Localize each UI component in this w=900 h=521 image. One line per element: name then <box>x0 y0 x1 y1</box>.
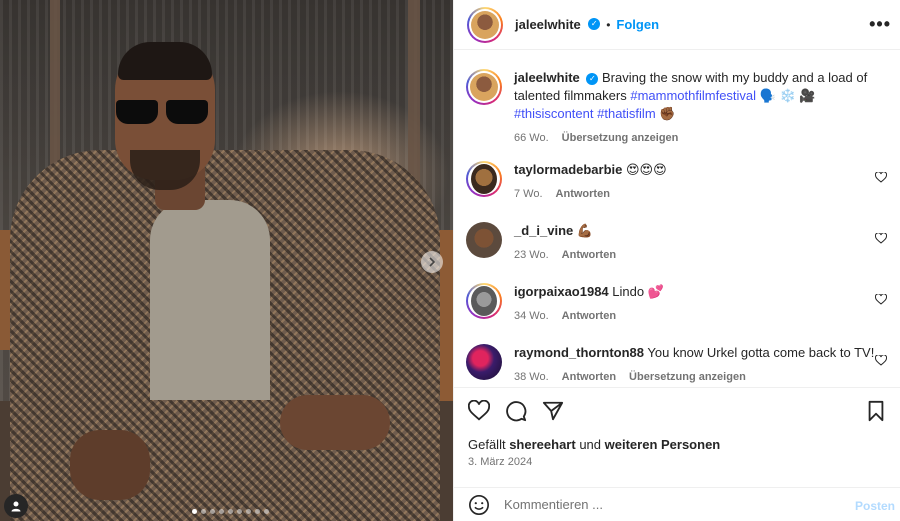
comment-username[interactable]: igorpaixao1984 <box>514 284 609 299</box>
hand <box>280 395 390 450</box>
next-slide-button[interactable] <box>421 251 443 273</box>
more-options-icon[interactable]: ••• <box>869 14 891 35</box>
caption-username[interactable]: jaleelwhite <box>514 70 580 85</box>
avatar[interactable] <box>466 222 502 258</box>
avatar[interactable] <box>466 283 502 319</box>
emoji-icon[interactable] <box>468 494 490 516</box>
carousel-dot <box>237 509 242 514</box>
comment-text: You know Urkel gotta come back to TV! <box>647 345 875 360</box>
carousel-dot <box>201 509 206 514</box>
tagged-users-button[interactable] <box>4 494 28 518</box>
post-comment-button[interactable]: Posten <box>855 499 895 513</box>
comment-age[interactable]: 7 Wo. <box>514 185 543 203</box>
carousel-dot <box>219 509 224 514</box>
caption-emojis: ✊🏾 <box>659 106 676 121</box>
avatar[interactable] <box>466 69 502 105</box>
reply-button[interactable]: Antworten <box>562 368 616 386</box>
post-date[interactable]: 3. März 2024 <box>468 456 532 468</box>
post-side-panel: jaleelwhite ✓ • Folgen ••• jaleelwhite ✓… <box>453 0 900 521</box>
hand <box>70 430 150 500</box>
header-username[interactable]: jaleelwhite ✓ <box>515 16 601 34</box>
instagram-post: jaleelwhite ✓ • Folgen ••• jaleelwhite ✓… <box>0 0 900 521</box>
chevron-right-icon <box>429 257 436 267</box>
avatar[interactable] <box>466 161 502 197</box>
avatar[interactable] <box>467 6 503 43</box>
comment-input[interactable] <box>504 497 834 512</box>
carousel-dot <box>255 509 260 514</box>
hashtag-link[interactable]: #mammothfilmfestival <box>630 88 756 103</box>
caption-age[interactable]: 66 Wo. <box>514 129 549 147</box>
comment-username[interactable]: _d_i_vine <box>514 223 573 238</box>
translate-button[interactable]: Übersetzung anzeigen <box>562 129 679 147</box>
carousel-dot <box>264 509 269 514</box>
likes-prefix: Gefällt <box>468 437 506 452</box>
verified-icon: ✓ <box>588 18 601 31</box>
post-photo[interactable] <box>0 0 453 521</box>
like-icon[interactable] <box>468 400 490 422</box>
comment-item: _d_i_vine 💪🏾 23 Wo. Antworten <box>466 222 891 264</box>
like-comment-icon[interactable] <box>874 293 888 308</box>
carousel-dot <box>246 509 251 514</box>
post-actions <box>454 387 900 433</box>
comment-icon[interactable] <box>505 400 527 422</box>
likes-others-link[interactable]: weiteren Personen <box>605 437 721 452</box>
bookmark-icon[interactable] <box>865 400 887 422</box>
reply-button[interactable]: Antworten <box>562 246 616 264</box>
follow-button[interactable]: Folgen <box>616 17 659 32</box>
hashtag-link[interactable]: #thatisfilm <box>597 106 656 121</box>
comment-composer: Posten <box>454 487 900 521</box>
carousel-dot <box>210 509 215 514</box>
reply-button[interactable]: Antworten <box>556 185 610 203</box>
like-comment-icon[interactable] <box>874 171 888 186</box>
comment-item: taylormadebarbie 😍😍😍 7 Wo. Antworten <box>466 161 891 203</box>
username-link[interactable]: jaleelwhite <box>515 17 581 32</box>
caption: jaleelwhite ✓ Braving the snow with my b… <box>466 69 891 147</box>
comment-item: igorpaixao1984 Lindo 💕 34 Wo. Antworten <box>466 283 891 325</box>
t-shirt <box>150 200 270 400</box>
avatar[interactable] <box>466 344 502 380</box>
comment-text: 😍😍😍 <box>626 162 667 177</box>
caption-emojis: 🗣️ ❄️ 🎥 <box>759 88 816 103</box>
user-tag-icon <box>11 501 21 512</box>
post-header: jaleelwhite ✓ • Folgen ••• <box>454 0 900 50</box>
comment-text: Lindo 💕 <box>612 284 664 299</box>
comment-age[interactable]: 38 Wo. <box>514 368 549 386</box>
comment-username[interactable]: raymond_thornton88 <box>514 345 644 360</box>
likes-summary: Gefällt shereehart und weiteren Personen <box>468 437 720 452</box>
reply-button[interactable]: Antworten <box>562 307 616 325</box>
translate-button[interactable]: Übersetzung anzeigen <box>629 368 746 386</box>
hashtag-link[interactable]: #thisiscontent <box>514 106 594 121</box>
comment-age[interactable]: 23 Wo. <box>514 246 549 264</box>
comment-username[interactable]: taylormadebarbie <box>514 162 622 177</box>
share-icon[interactable] <box>542 400 564 422</box>
liked-by-user-link[interactable]: shereehart <box>509 437 575 452</box>
hair <box>118 42 212 80</box>
comment-text: 💪🏾 <box>576 223 594 238</box>
comment-age[interactable]: 34 Wo. <box>514 307 549 325</box>
likes-and: und <box>579 437 602 452</box>
separator: • <box>606 17 611 32</box>
carousel-dot <box>228 509 233 514</box>
sunglasses <box>114 100 210 126</box>
carousel-dots <box>192 509 269 514</box>
like-comment-icon[interactable] <box>874 354 888 369</box>
verified-icon: ✓ <box>586 72 599 85</box>
comment-item: raymond_thornton88 You know Urkel gotta … <box>466 344 891 386</box>
carousel-dot <box>192 509 197 514</box>
comments-list[interactable]: jaleelwhite ✓ Braving the snow with my b… <box>454 51 900 387</box>
photo-person <box>0 0 453 521</box>
like-comment-icon[interactable] <box>874 232 888 247</box>
